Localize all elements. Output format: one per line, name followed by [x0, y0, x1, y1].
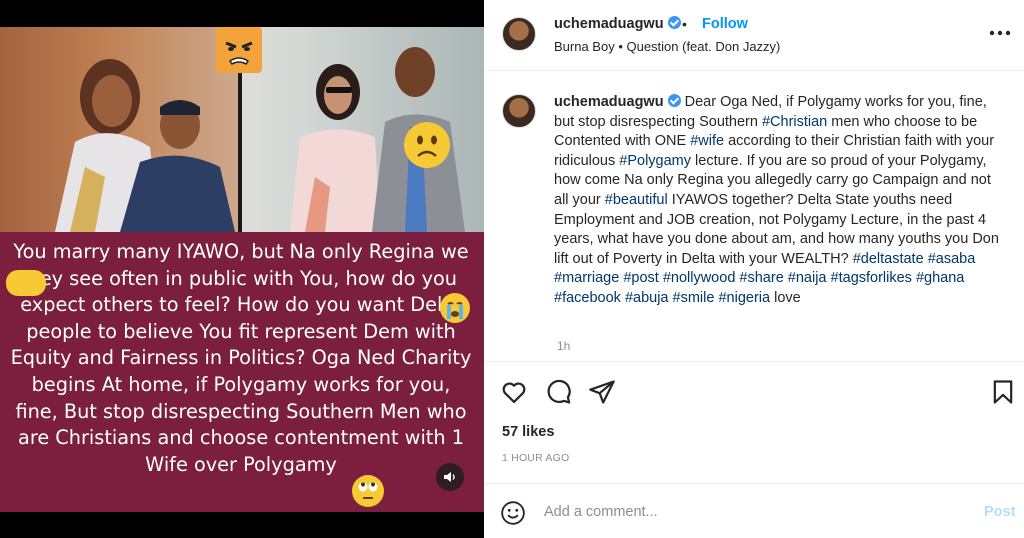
- hashtag-link[interactable]: #deltastate: [853, 251, 924, 267]
- media-caption-text: You marry many IYAWO, but Na only Regina…: [10, 240, 472, 476]
- post-header: uchemaduagwu • Follow Burna Boy • Questi…: [484, 0, 1024, 71]
- caption-comment: uchemaduagwu Dear Oga Ned, if Polygamy w…: [484, 72, 1024, 360]
- like-button[interactable]: [500, 378, 528, 406]
- post-actions: 57 likes 1 HOUR AGO: [484, 361, 1024, 483]
- hashtag-link[interactable]: #Polygamy: [619, 153, 691, 169]
- hashtag-link[interactable]: #tagsforlikes: [831, 270, 912, 286]
- likes-count[interactable]: 57 likes: [502, 424, 554, 440]
- volume-button[interactable]: [436, 463, 464, 491]
- comment-button[interactable]: [544, 378, 572, 406]
- caption-fragment: love: [770, 289, 801, 306]
- post-timestamp[interactable]: 1 HOUR AGO: [502, 452, 569, 464]
- volume-icon: [444, 472, 455, 482]
- header-separator: •: [682, 16, 687, 32]
- audio-track-link[interactable]: Burna Boy • Question (feat. Don Jazzy): [554, 39, 780, 54]
- hashtag-link[interactable]: #wife: [690, 133, 724, 149]
- media-caption-panel: You marry many IYAWO, but Na only Regina…: [0, 232, 484, 512]
- comment-icon: [547, 379, 571, 404]
- hashtag-link[interactable]: #marriage: [554, 270, 619, 286]
- caption-timestamp[interactable]: 1h: [557, 339, 570, 353]
- follow-button[interactable]: Follow: [702, 16, 748, 32]
- emoji-icon[interactable]: [500, 500, 526, 526]
- hashtag-link[interactable]: #share: [739, 270, 783, 286]
- post-detail-panel: uchemaduagwu • Follow Burna Boy • Questi…: [484, 0, 1024, 538]
- frustrated-emoji-icon: [216, 27, 262, 73]
- caption-avatar[interactable]: [502, 94, 536, 128]
- header-username[interactable]: uchemaduagwu: [554, 16, 664, 32]
- caption-text: Dear Oga Ned, if Polygamy works for you,…: [554, 94, 999, 306]
- post-comment-button[interactable]: Post: [984, 504, 1015, 520]
- hashtag-link[interactable]: #smile: [673, 290, 715, 306]
- caption-body: uchemaduagwu Dear Oga Ned, if Polygamy w…: [554, 93, 1006, 309]
- hashtag-link[interactable]: #nollywood: [663, 270, 736, 286]
- share-button[interactable]: [588, 378, 616, 406]
- more-options-button[interactable]: [988, 24, 1012, 44]
- bookmark-icon: [993, 380, 1013, 404]
- hashtag-link[interactable]: #abuja: [625, 290, 669, 306]
- crying-face-emoji-icon: [440, 293, 470, 323]
- hashtag-link[interactable]: #nigeria: [718, 290, 770, 306]
- heart-icon: [502, 382, 526, 404]
- verified-badge-icon: [667, 16, 681, 29]
- save-button[interactable]: [989, 378, 1017, 406]
- pointing-hand-emoji-icon: [6, 270, 46, 296]
- eye-roll-emoji-icon: [352, 475, 384, 507]
- comment-input[interactable]: [544, 498, 964, 526]
- share-icon: [589, 380, 615, 404]
- sad-face-emoji-icon: [404, 122, 450, 168]
- comment-composer: Post: [484, 483, 1024, 538]
- hashtag-link[interactable]: #naija: [788, 270, 827, 286]
- post-media[interactable]: You marry many IYAWO, but Na only Regina…: [0, 0, 484, 538]
- hashtag-link[interactable]: #asaba: [928, 251, 976, 267]
- post-photo: [0, 27, 484, 232]
- caption-username[interactable]: uchemaduagwu: [554, 94, 664, 110]
- hashtag-link[interactable]: #facebook: [554, 290, 621, 306]
- hashtag-link[interactable]: #ghana: [916, 270, 964, 286]
- header-username-row: uchemaduagwu: [554, 16, 681, 32]
- hashtag-link[interactable]: #beautiful: [605, 192, 668, 208]
- verified-badge-icon: [667, 94, 681, 107]
- hashtag-link[interactable]: #post: [623, 270, 658, 286]
- hashtag-link[interactable]: #Christian: [762, 114, 827, 130]
- more-icon: [989, 30, 1011, 36]
- avatar[interactable]: [502, 17, 536, 51]
